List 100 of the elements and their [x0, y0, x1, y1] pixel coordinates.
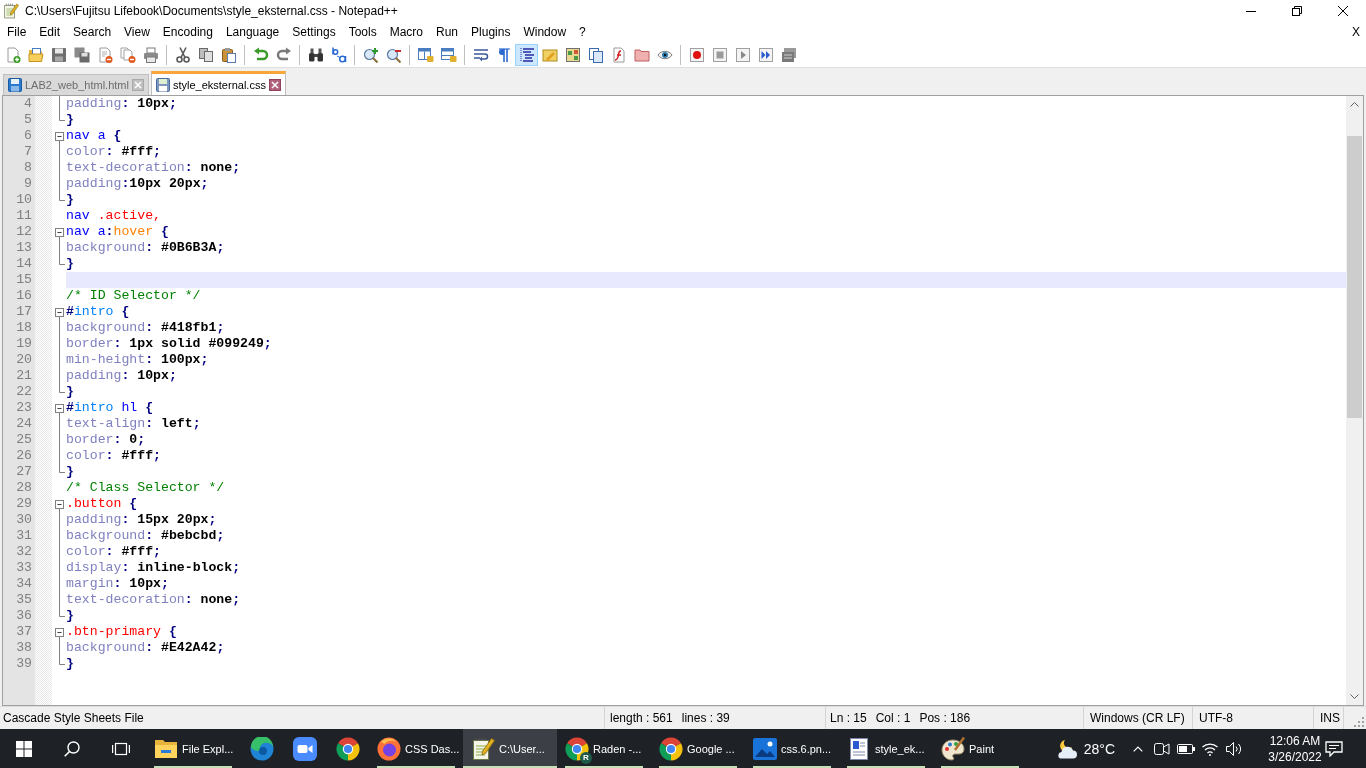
scrollbar-thumb[interactable]	[1347, 136, 1362, 418]
menu-item[interactable]: Settings	[285, 25, 343, 39]
globe-icon	[377, 736, 401, 761]
close-icon[interactable]	[268, 78, 281, 91]
play-icon	[734, 46, 751, 63]
code-line: background: #bebcbd;	[66, 528, 225, 543]
taskbar-button[interactable]: CSS Das...	[369, 729, 463, 768]
menu-item[interactable]: Search	[66, 25, 118, 39]
file-type-label: Cascade Style Sheets File	[3, 711, 144, 725]
code-line: }	[66, 656, 74, 671]
code-line: }	[66, 256, 74, 271]
map-icon	[564, 46, 581, 63]
clock-time[interactable]: 12:06 AM	[1269, 732, 1321, 749]
fast-forward-icon	[757, 46, 774, 63]
clipboard-icon	[220, 46, 237, 63]
taskbar-button[interactable]: Google ...	[651, 729, 745, 768]
fold-toggle-icon[interactable]	[55, 308, 64, 320]
indent-guide-button[interactable]	[515, 43, 538, 66]
taskbar-button[interactable]: File Expl...	[146, 729, 240, 768]
restore-icon[interactable]	[1292, 6, 1302, 16]
line-number: 9	[24, 176, 32, 191]
menu-item[interactable]: File	[0, 25, 33, 39]
temperature-label[interactable]: 28°C	[1083, 740, 1115, 757]
fold-toggle-icon[interactable]	[55, 500, 64, 512]
line-position: Ln : 15	[830, 711, 867, 725]
taskbar-button[interactable]: css.6.pn...	[745, 729, 839, 768]
code-line: padding: 10px;	[66, 368, 177, 383]
windows-logo-icon[interactable]	[16, 740, 32, 757]
taskbar-button[interactable]: R Raden -...	[557, 729, 651, 768]
video-camera-icon	[292, 736, 317, 761]
taskbar-button[interactable]: Paint	[933, 729, 1027, 768]
scroll-down-icon[interactable]	[1350, 694, 1359, 699]
fold-toggle-icon[interactable]	[55, 132, 64, 144]
replace-icon	[330, 46, 347, 63]
open-folder-icon	[27, 46, 44, 63]
line-number: 7	[24, 144, 32, 159]
undo-icon	[252, 46, 269, 63]
code-line: background: #E42A42;	[66, 640, 225, 655]
menu-item[interactable]: Tools	[342, 25, 384, 39]
zoom-in-icon	[362, 46, 379, 63]
minimize-icon[interactable]	[1246, 10, 1256, 12]
line-number: 14	[16, 256, 32, 271]
battery-icon[interactable]	[1177, 743, 1195, 754]
code-line: border: 1px solid #099249;	[66, 336, 272, 351]
code-line: text-align: left;	[66, 416, 201, 431]
code-line: /* Class Selector */	[66, 480, 225, 495]
record-icon	[688, 46, 705, 63]
line-number: 31	[16, 528, 32, 543]
folder-icon	[633, 46, 650, 63]
line-number: 39	[16, 656, 32, 671]
close-document-button[interactable]: X	[1352, 25, 1360, 39]
redo-icon	[275, 46, 292, 63]
speech-bubble-icon[interactable]	[1325, 740, 1343, 757]
resize-grip-icon[interactable]	[1354, 717, 1364, 727]
menu-item[interactable]: Run	[429, 25, 465, 39]
line-number: 34	[16, 576, 32, 591]
zoom-out-icon	[385, 46, 402, 63]
line-number: 15	[16, 272, 32, 287]
menu-item[interactable]: View	[117, 25, 157, 39]
stacked-windows-icon[interactable]	[112, 740, 130, 757]
menu-item[interactable]: Plugins	[464, 25, 517, 39]
menu-item[interactable]: Language	[219, 25, 286, 39]
line-number: 8	[24, 160, 32, 175]
taskbar-button[interactable]: style_ek...	[839, 729, 933, 768]
code-line: color: #fff;	[66, 544, 161, 559]
scroll-up-icon[interactable]	[1350, 102, 1359, 107]
menu-item[interactable]: Encoding	[156, 25, 220, 39]
close-file-icon	[96, 46, 113, 63]
search-icon[interactable]	[64, 740, 80, 757]
wifi-icon[interactable]	[1202, 741, 1218, 756]
menu-item[interactable]: ?	[572, 25, 593, 39]
mountain-picture-icon	[753, 736, 777, 761]
code-line: color: #fff;	[66, 448, 161, 463]
code-line: border: 0;	[66, 432, 146, 447]
length-label: length : 561	[610, 711, 673, 725]
menu-item[interactable]: Window	[516, 25, 573, 39]
clock-date[interactable]: 3/26/2022	[1268, 748, 1322, 765]
line-number: 22	[16, 384, 32, 399]
fold-toggle-icon[interactable]	[55, 228, 64, 240]
scrollbar-track[interactable]	[1346, 96, 1363, 705]
code-line: min-height: 100px;	[66, 352, 209, 367]
tab[interactable]: style_eksternal.css	[150, 71, 286, 95]
fold-toggle-icon[interactable]	[55, 404, 64, 416]
line-number: 33	[16, 560, 32, 575]
menu-item[interactable]: Edit	[32, 25, 67, 39]
code-line: display: inline-block;	[66, 560, 241, 575]
menu-item[interactable]: Macro	[383, 25, 430, 39]
close-icon[interactable]	[1338, 6, 1348, 16]
fold-toggle-icon[interactable]	[55, 628, 64, 640]
line-number: 18	[16, 320, 32, 335]
taskbar-button[interactable]: C:\User...	[463, 729, 557, 768]
floppy-disks-icon	[73, 46, 90, 63]
video-camera-icon[interactable]	[1154, 741, 1170, 756]
lines-label: lines : 39	[681, 711, 730, 725]
line-number: 29	[16, 496, 32, 511]
palette-icon	[941, 736, 965, 761]
speaker-icon[interactable]	[1226, 741, 1242, 756]
chevron-up-icon[interactable]	[1133, 745, 1143, 752]
column-position: Col : 1	[875, 711, 911, 725]
tab[interactable]: LAB2_web_html.html	[3, 74, 149, 95]
